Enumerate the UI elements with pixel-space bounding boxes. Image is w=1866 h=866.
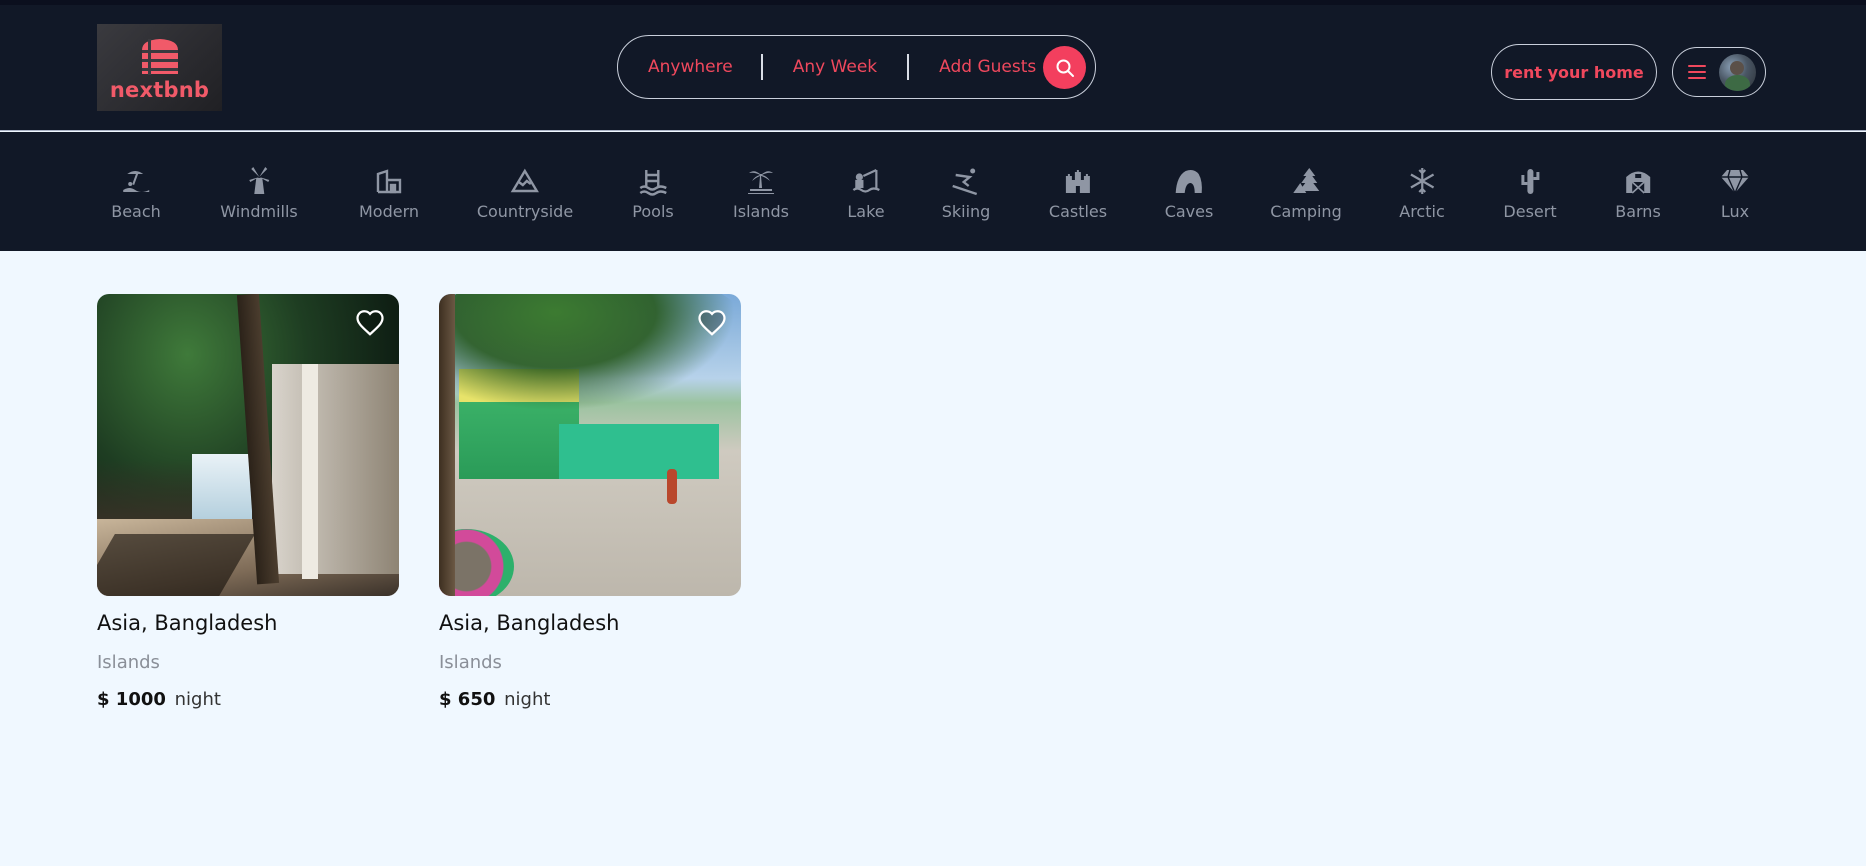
category-arctic[interactable]: Arctic [1399,166,1445,230]
diamond-icon [1720,166,1750,196]
category-lux[interactable]: Lux [1720,166,1750,230]
modern-building-icon [374,166,404,196]
logo-icon [141,38,178,75]
listing-card[interactable]: Asia, Bangladesh Islands $ 1000 night [97,294,399,710]
navbar: nextbnb Anywhere Any Week Add Guests ren… [0,5,1866,131]
listing-location: Asia, Bangladesh [439,611,620,635]
category-castles[interactable]: Castles [1049,166,1107,230]
beach-icon [121,166,151,196]
heart-icon[interactable] [355,308,385,338]
price-unit: night [504,689,551,710]
island-icon [746,166,776,196]
category-pools[interactable]: Pools [632,166,674,230]
category-beach[interactable]: Beach [111,166,161,230]
category-islands[interactable]: Islands [733,166,789,230]
listing-card[interactable]: Asia, Bangladesh Islands $ 650 night [439,294,741,710]
logo-text: nextbnb [109,77,210,102]
listing-category: Islands [439,652,502,673]
listing-price: $ 1000 night [97,689,399,710]
search-guests[interactable]: Add Guests [939,35,1036,99]
pool-icon [638,166,668,196]
search-divider [760,54,763,80]
cave-icon [1174,166,1204,196]
castle-icon [1063,166,1093,196]
heart-icon[interactable] [697,308,727,338]
snowflake-icon [1407,166,1437,196]
camping-icon [1291,166,1321,196]
search-where[interactable]: Anywhere [648,35,733,99]
category-lake[interactable]: Lake [847,166,885,230]
search-bar[interactable]: Anywhere Any Week Add Guests [617,35,1096,99]
cactus-icon [1515,166,1545,196]
category-windmills[interactable]: Windmills [220,166,298,230]
lake-icon [851,166,881,196]
logo[interactable]: nextbnb [97,24,222,111]
barn-icon [1623,166,1653,196]
listing-price: $ 650 night [439,689,741,710]
category-camping[interactable]: Camping [1270,166,1342,230]
search-when[interactable]: Any Week [793,35,877,99]
category-skiing[interactable]: Skiing [942,166,990,230]
search-icon [1056,59,1074,77]
listing-photo[interactable] [439,294,741,596]
price-amount: $ 650 [439,689,496,710]
hamburger-icon [1688,65,1706,79]
price-amount: $ 1000 [97,689,166,710]
category-desert[interactable]: Desert [1503,166,1557,230]
search-button[interactable] [1043,46,1086,89]
user-menu-button[interactable] [1672,47,1766,97]
category-bar: Beach Windmills Modern Countryside Pools… [0,132,1866,251]
listing-category: Islands [97,652,160,673]
category-caves[interactable]: Caves [1165,166,1213,230]
listing-location: Asia, Bangladesh [97,611,278,635]
windmill-icon [244,166,274,196]
category-modern[interactable]: Modern [359,166,419,230]
price-unit: night [174,689,221,710]
skiing-icon [951,166,981,196]
rent-your-home-button[interactable]: rent your home [1491,44,1657,100]
category-countryside[interactable]: Countryside [477,166,573,230]
mountain-icon [510,166,540,196]
listing-photo[interactable] [97,294,399,596]
avatar [1719,54,1756,91]
search-divider [907,54,910,80]
category-barns[interactable]: Barns [1615,166,1661,230]
